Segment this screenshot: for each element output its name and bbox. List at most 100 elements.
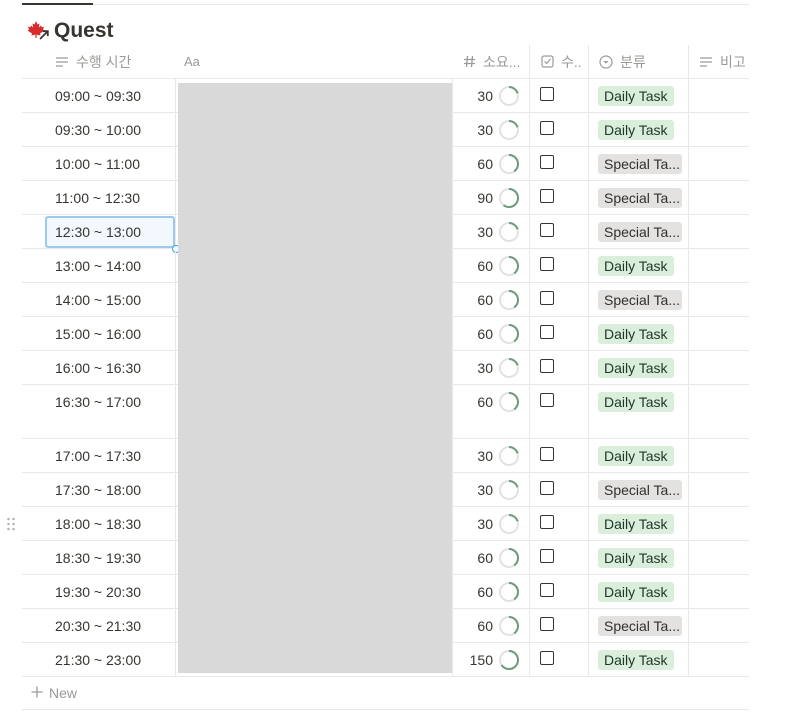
done-checkbox[interactable] (540, 359, 554, 373)
time-cell[interactable]: 09:00 ~ 09:30 (22, 79, 176, 112)
column-header-category[interactable]: 분류 (589, 45, 689, 78)
duration-cell[interactable]: 30 (453, 113, 530, 146)
duration-cell[interactable]: 30 (453, 351, 530, 384)
time-cell[interactable]: 18:00 ~ 18:30 (22, 507, 176, 540)
done-checkbox[interactable] (540, 583, 554, 597)
time-cell[interactable]: 09:30 ~ 10:00 (22, 113, 176, 146)
category-cell[interactable]: Special Ta... (589, 609, 689, 642)
duration-cell[interactable]: 60 (453, 283, 530, 316)
note-cell[interactable] (689, 351, 749, 384)
time-cell[interactable]: 16:30 ~ 17:00 (22, 385, 176, 438)
category-cell[interactable]: Daily Task (589, 575, 689, 608)
duration-cell[interactable]: 60 (453, 147, 530, 180)
note-cell[interactable] (689, 541, 749, 574)
done-checkbox[interactable] (540, 393, 554, 407)
category-cell[interactable]: Daily Task (589, 249, 689, 282)
duration-cell[interactable]: 60 (453, 541, 530, 574)
done-checkbox[interactable] (540, 617, 554, 631)
done-checkbox[interactable] (540, 291, 554, 305)
time-cell[interactable]: 11:00 ~ 12:30 (22, 181, 176, 214)
duration-cell[interactable]: 150 (453, 643, 530, 676)
time-cell[interactable]: 15:00 ~ 16:00 (22, 317, 176, 350)
column-header-name[interactable]: Aa (176, 45, 453, 78)
active-view-tab-indicator[interactable] (22, 3, 93, 5)
database-title[interactable]: Quest (27, 17, 114, 45)
category-cell[interactable]: Special Ta... (589, 283, 689, 316)
done-cell (530, 575, 589, 608)
duration-cell[interactable]: 60 (453, 385, 530, 438)
category-cell[interactable]: Special Ta... (589, 215, 689, 248)
column-header-duration[interactable]: 소요... (453, 45, 530, 78)
column-header-note[interactable]: 비고 (689, 45, 749, 78)
done-checkbox[interactable] (540, 325, 554, 339)
category-cell[interactable]: Special Ta... (589, 147, 689, 180)
note-cell[interactable] (689, 439, 749, 472)
done-checkbox[interactable] (540, 481, 554, 495)
time-value: 20:30 ~ 21:30 (55, 618, 142, 634)
time-cell[interactable]: 17:30 ~ 18:00 (22, 473, 176, 506)
time-cell[interactable]: 13:00 ~ 14:00 (22, 249, 176, 282)
duration-cell[interactable]: 30 (453, 473, 530, 506)
note-cell[interactable] (689, 507, 749, 540)
done-checkbox[interactable] (540, 87, 554, 101)
column-header-done[interactable]: 수.. (530, 45, 589, 78)
drag-handle-icon[interactable] (6, 516, 16, 532)
note-cell[interactable] (689, 643, 749, 676)
note-cell[interactable] (689, 575, 749, 608)
done-checkbox[interactable] (540, 223, 554, 237)
note-cell[interactable] (689, 147, 749, 180)
category-cell[interactable]: Daily Task (589, 507, 689, 540)
done-checkbox[interactable] (540, 549, 554, 563)
category-cell[interactable]: Daily Task (589, 351, 689, 384)
done-checkbox[interactable] (540, 155, 554, 169)
duration-cell[interactable]: 30 (453, 79, 530, 112)
note-cell[interactable] (689, 317, 749, 350)
note-cell[interactable] (689, 249, 749, 282)
time-cell[interactable]: 19:30 ~ 20:30 (22, 575, 176, 608)
time-cell[interactable]: 20:30 ~ 21:30 (22, 609, 176, 642)
duration-cell[interactable]: 60 (453, 575, 530, 608)
category-cell[interactable]: Special Ta... (589, 181, 689, 214)
time-cell[interactable]: 14:00 ~ 15:00 (22, 283, 176, 316)
category-cell[interactable]: Daily Task (589, 385, 689, 438)
duration-cell[interactable]: 60 (453, 249, 530, 282)
time-cell[interactable]: 12:30 ~ 13:00 (22, 215, 180, 253)
category-cell[interactable]: Daily Task (589, 643, 689, 676)
category-cell[interactable]: Special Ta... (589, 473, 689, 506)
time-cell[interactable]: 16:00 ~ 16:30 (22, 351, 176, 384)
note-cell[interactable] (689, 473, 749, 506)
duration-cell[interactable]: 60 (453, 609, 530, 642)
note-cell[interactable] (689, 283, 749, 316)
note-cell[interactable] (689, 385, 749, 438)
note-cell[interactable] (689, 215, 749, 248)
category-cell[interactable]: Daily Task (589, 439, 689, 472)
progress-ring-icon (499, 358, 519, 378)
category-cell[interactable]: Daily Task (589, 541, 689, 574)
category-tag: Special Ta... (598, 480, 682, 500)
done-checkbox[interactable] (540, 515, 554, 529)
duration-cell[interactable]: 30 (453, 215, 530, 248)
category-cell[interactable]: Daily Task (589, 79, 689, 112)
note-cell[interactable] (689, 181, 749, 214)
done-checkbox[interactable] (540, 257, 554, 271)
done-checkbox[interactable] (540, 447, 554, 461)
category-cell[interactable]: Daily Task (589, 317, 689, 350)
duration-cell[interactable]: 30 (453, 507, 530, 540)
time-cell[interactable]: 10:00 ~ 11:00 (22, 147, 176, 180)
category-cell[interactable]: Daily Task (589, 113, 689, 146)
done-checkbox[interactable] (540, 651, 554, 665)
done-checkbox[interactable] (540, 189, 554, 203)
duration-cell[interactable]: 90 (453, 181, 530, 214)
time-cell[interactable]: 21:30 ~ 23:00 (22, 643, 176, 676)
duration-cell[interactable]: 30 (453, 439, 530, 472)
new-row-button[interactable]: New (22, 678, 749, 710)
note-cell[interactable] (689, 609, 749, 642)
note-cell[interactable] (689, 113, 749, 146)
time-cell[interactable]: 17:00 ~ 17:30 (22, 439, 176, 472)
time-cell[interactable]: 18:30 ~ 19:30 (22, 541, 176, 574)
select-property-icon (598, 54, 614, 70)
done-checkbox[interactable] (540, 121, 554, 135)
note-cell[interactable] (689, 79, 749, 112)
column-header-time[interactable]: 수행 시간 (22, 45, 176, 78)
duration-cell[interactable]: 60 (453, 317, 530, 350)
